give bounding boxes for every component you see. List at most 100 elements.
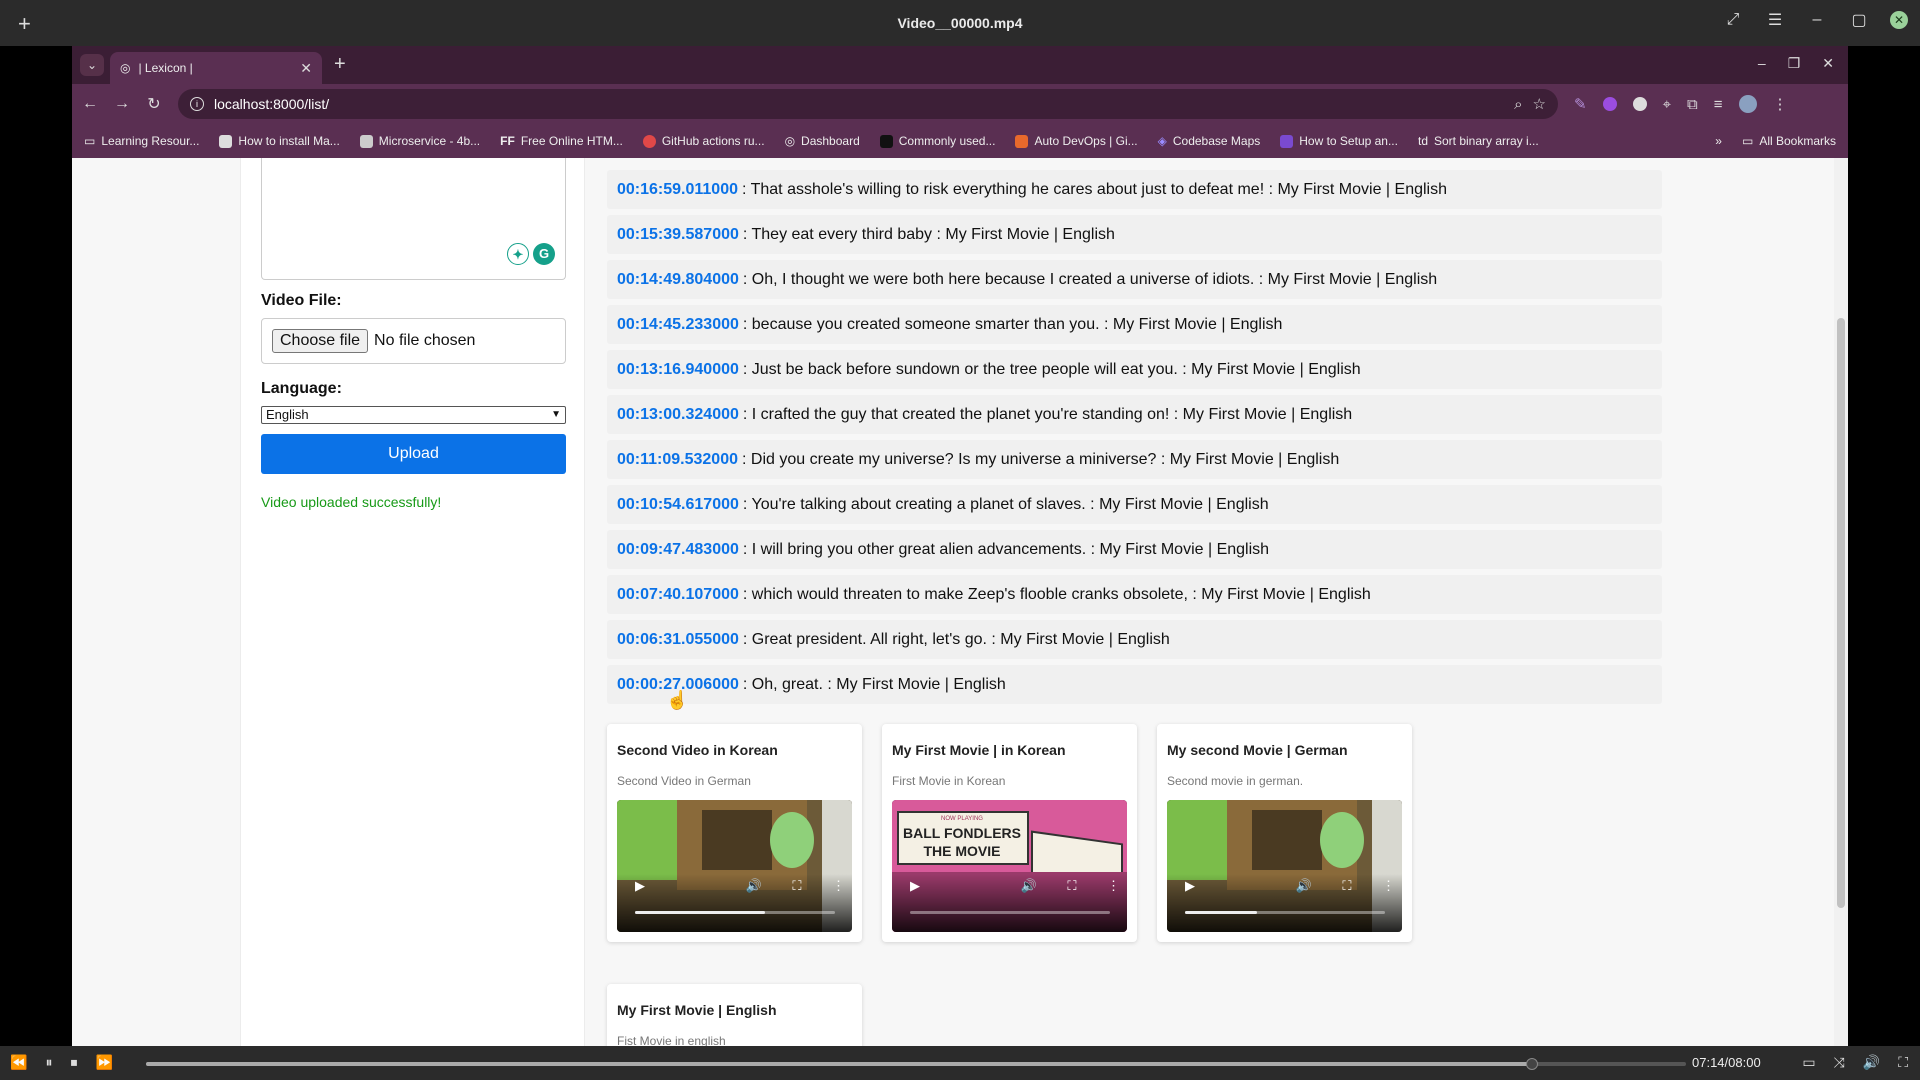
subtitle-timestamp-link[interactable]: 00:15:39.587000 bbox=[617, 226, 739, 244]
forward-icon[interactable]: → bbox=[114, 95, 130, 113]
choose-file-button[interactable]: Choose file bbox=[272, 329, 369, 353]
url-text[interactable]: localhost:8000/list/ bbox=[214, 96, 1504, 112]
video-file-input[interactable]: Choose file No file chosen bbox=[261, 318, 566, 364]
video-player[interactable]: ▶ 🔊 ⛶ ⋮ bbox=[617, 800, 852, 932]
tab-close-icon[interactable]: ✕ bbox=[300, 60, 312, 77]
fullscreen-icon[interactable]: ⛶ bbox=[1898, 1054, 1908, 1071]
tab-lexicon[interactable]: ◎ | Lexicon | ✕ bbox=[110, 52, 322, 84]
close-icon[interactable]: ✕ bbox=[1822, 55, 1834, 72]
purple-extension-icon[interactable] bbox=[1602, 97, 1617, 111]
video-player[interactable]: NOW PLAYING BALL FONDLERS THE MOVIE ▶ 🔊 … bbox=[892, 800, 1127, 932]
bookmark-item[interactable]: GitHub actions ru... bbox=[642, 134, 765, 148]
fullscreen-icon[interactable]: ⤢ bbox=[1722, 11, 1744, 29]
bookmark-item[interactable]: ◎ Dashboard bbox=[785, 134, 860, 148]
fast-forward-icon[interactable]: ⏩ bbox=[95, 1054, 112, 1071]
scrollbar-thumb[interactable] bbox=[1837, 318, 1845, 908]
pause-icon[interactable]: ⏸ bbox=[45, 1054, 52, 1071]
subtitle-timestamp-link[interactable]: 00:09:47.483000 bbox=[617, 541, 739, 559]
bookmark-item[interactable]: How to install Ma... bbox=[219, 134, 340, 148]
volume-icon[interactable]: 🔊 bbox=[1021, 878, 1037, 894]
page-scrollbar[interactable] bbox=[1834, 158, 1848, 1046]
all-bookmarks[interactable]: ▭ All Bookmarks bbox=[1742, 134, 1836, 148]
video-progress[interactable] bbox=[910, 911, 1110, 914]
volume-icon[interactable]: 🔊 bbox=[746, 878, 762, 894]
bookmark-item[interactable]: ▭ Learning Resour... bbox=[84, 134, 199, 148]
more-icon[interactable]: ⋮ bbox=[1382, 878, 1395, 894]
description-textarea[interactable]: ✦ G bbox=[261, 158, 566, 280]
chevron-right-icon[interactable]: » bbox=[1715, 134, 1722, 148]
bookmark-item[interactable]: Microservice - 4b... bbox=[359, 134, 480, 148]
subtitle-text: : Did you create my universe? Is my univ… bbox=[742, 450, 1340, 468]
seek-bar[interactable] bbox=[146, 1058, 1686, 1070]
subtitle-timestamp-link[interactable]: 00:06:31.055000 bbox=[617, 631, 739, 649]
stop-icon[interactable]: ⏹ bbox=[70, 1054, 77, 1071]
subtitles-icon[interactable]: ▭ bbox=[1802, 1054, 1815, 1071]
reload-icon[interactable]: ↻ bbox=[146, 94, 162, 114]
video-progress[interactable] bbox=[635, 911, 835, 914]
subtitle-timestamp-link[interactable]: 00:10:54.617000 bbox=[617, 496, 739, 514]
upload-button[interactable]: Upload bbox=[261, 434, 566, 474]
more-icon[interactable]: ⋮ bbox=[1773, 95, 1788, 113]
location-extension-icon[interactable]: ⌖ bbox=[1663, 96, 1671, 113]
rewind-icon[interactable]: ⏪ bbox=[10, 1054, 27, 1071]
zoom-icon[interactable]: ⌕ bbox=[1514, 96, 1522, 113]
volume-icon[interactable]: 🔊 bbox=[1863, 1054, 1880, 1071]
more-icon[interactable]: ⋮ bbox=[832, 878, 845, 894]
language-select[interactable]: English ▼ bbox=[261, 406, 566, 424]
lightbulb-icon[interactable]: ✦ bbox=[507, 243, 529, 265]
video-progress[interactable] bbox=[1185, 911, 1385, 914]
subtitle-timestamp-link[interactable]: 00:14:49.804000 bbox=[617, 271, 739, 289]
tab-search-icon[interactable]: ⌄ bbox=[80, 54, 104, 76]
grammarly-icon[interactable]: G bbox=[533, 243, 555, 265]
fullscreen-icon[interactable]: ⛶ bbox=[1067, 878, 1076, 894]
bookmark-item[interactable]: Commonly used... bbox=[879, 134, 995, 148]
globe-icon: ◎ bbox=[120, 61, 131, 75]
subtitle-timestamp-link[interactable]: 00:13:16.940000 bbox=[617, 361, 739, 379]
more-icon[interactable]: ⋮ bbox=[1107, 878, 1120, 894]
minimize-icon[interactable]: – bbox=[1758, 55, 1766, 72]
volume-icon[interactable]: 🔊 bbox=[1296, 878, 1312, 894]
seek-handle[interactable] bbox=[1526, 1058, 1538, 1070]
maximize-icon[interactable]: ▢ bbox=[1848, 10, 1870, 30]
pen-extension-icon[interactable]: ✎ bbox=[1574, 95, 1587, 113]
subtitle-timestamp-link[interactable]: 00:14:45.233000 bbox=[617, 316, 739, 334]
minimize-icon[interactable]: – bbox=[1806, 11, 1828, 29]
subtitle-timestamp-link[interactable]: 00:13:00.324000 bbox=[617, 406, 739, 424]
back-icon[interactable]: ← bbox=[82, 95, 98, 113]
new-tab-button[interactable]: + bbox=[334, 53, 346, 76]
bookmark-item[interactable]: How to Setup an... bbox=[1280, 134, 1398, 148]
fullscreen-icon[interactable]: ⛶ bbox=[1342, 878, 1351, 894]
language-value: English bbox=[266, 407, 309, 422]
grammarly-widget[interactable]: ✦ G bbox=[507, 243, 555, 265]
close-icon[interactable]: ✕ bbox=[1890, 11, 1908, 29]
poster-line-1: BALL FONDLERS bbox=[903, 825, 1021, 841]
play-icon[interactable]: ▶ bbox=[910, 878, 920, 894]
menu-icon[interactable]: ☰ bbox=[1764, 10, 1786, 30]
add-icon[interactable]: + bbox=[18, 11, 31, 37]
address-bar[interactable]: i localhost:8000/list/ ⌕ ☆ bbox=[178, 89, 1558, 119]
bookmark-item[interactable]: td Sort binary array i... bbox=[1418, 134, 1539, 148]
video-description: Second movie in german. bbox=[1167, 774, 1304, 788]
subtitle-timestamp-link[interactable]: 00:16:59.011000 bbox=[617, 181, 738, 199]
restore-icon[interactable]: ❐ bbox=[1788, 55, 1801, 72]
media-icon[interactable]: ≡ bbox=[1714, 96, 1723, 113]
bookmark-star-icon[interactable]: ☆ bbox=[1533, 95, 1546, 113]
subtitle-timestamp-link[interactable]: 00:07:40.107000 bbox=[617, 586, 739, 604]
site-info-icon[interactable]: i bbox=[190, 97, 204, 111]
subtitle-text: : Oh, great. : My First Movie | English bbox=[742, 675, 1006, 693]
fullscreen-icon[interactable]: ⛶ bbox=[792, 878, 801, 894]
play-icon[interactable]: ▶ bbox=[1185, 878, 1195, 894]
subtitle-row: 00:13:16.940000: Just be back before sun… bbox=[607, 350, 1662, 389]
puzzle-icon[interactable]: ⧉ bbox=[1687, 96, 1698, 113]
avatar[interactable] bbox=[1738, 95, 1757, 113]
bookmark-item[interactable]: FF Free Online HTM... bbox=[500, 134, 623, 148]
subtitle-text: : Great president. All right, let's go. … bbox=[742, 630, 1170, 648]
play-icon[interactable]: ▶ bbox=[635, 878, 645, 894]
bookmark-item[interactable]: ◈ Codebase Maps bbox=[1158, 134, 1261, 148]
bookmark-item[interactable]: Auto DevOps | Gi... bbox=[1015, 134, 1138, 148]
white-extension-icon[interactable] bbox=[1632, 97, 1647, 111]
folder-icon: ▭ bbox=[1741, 134, 1754, 148]
subtitle-timestamp-link[interactable]: 00:11:09.532000 bbox=[617, 451, 738, 469]
shuffle-icon[interactable]: ⤨ bbox=[1834, 1054, 1845, 1071]
video-player[interactable]: ▶ 🔊 ⛶ ⋮ bbox=[1167, 800, 1402, 932]
